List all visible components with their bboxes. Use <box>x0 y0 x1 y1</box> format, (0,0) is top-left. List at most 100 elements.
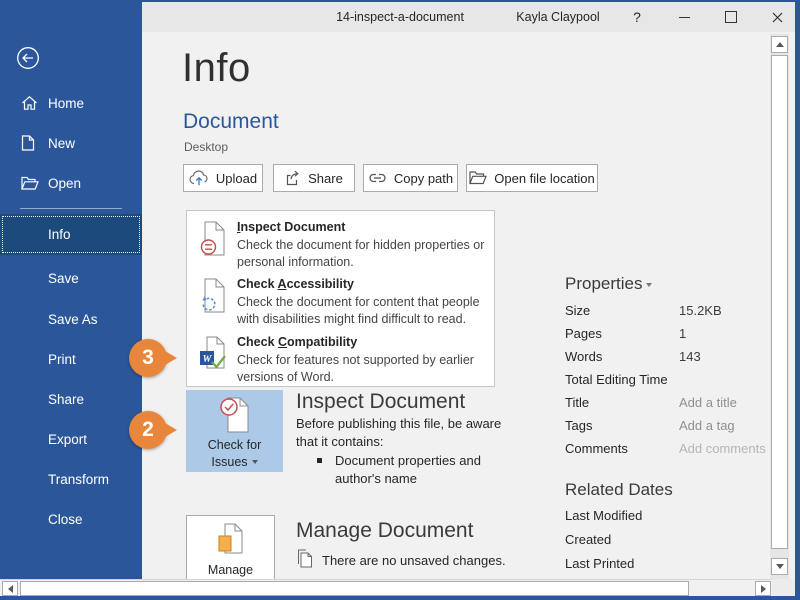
back-arrow-icon <box>16 46 40 70</box>
prop-label-size: Size <box>565 303 590 318</box>
prop-value-add-comments[interactable]: Add comments <box>679 441 766 456</box>
date-label-created: Created <box>565 532 611 547</box>
sidebar-item-export[interactable]: Export <box>0 419 142 460</box>
sidebar-item-save[interactable]: Save <box>0 258 142 299</box>
inspect-document-bullet: Document properties and author's name <box>335 452 515 488</box>
prop-label-total-editing-time: Total Editing Time <box>565 372 668 387</box>
sidebar-item-label: New <box>48 136 75 151</box>
share-icon <box>285 170 301 186</box>
sidebar-item-transform[interactable]: Transform <box>0 459 142 500</box>
related-dates-header: Related Dates <box>565 480 673 500</box>
menu-item-description: Check for features not supported by earl… <box>237 352 489 385</box>
scroll-left-button[interactable] <box>2 581 18 596</box>
open-file-location-button[interactable]: Open file location <box>466 164 598 192</box>
window-border-right <box>795 2 800 600</box>
vertical-scrollbar[interactable] <box>770 34 789 579</box>
document-location: Desktop <box>184 140 228 154</box>
upload-button[interactable]: Upload <box>183 164 263 192</box>
prop-value-size: 15.2KB <box>679 303 722 318</box>
share-button[interactable]: Share <box>273 164 355 192</box>
scroll-down-button[interactable] <box>771 558 788 575</box>
versions-icon <box>296 548 314 575</box>
menu-item-description: Check the document for content that peop… <box>237 294 489 327</box>
sidebar-item-label: Export <box>48 432 87 447</box>
open-folder-icon <box>21 176 39 191</box>
sidebar-item-save-as[interactable]: Save As <box>0 299 142 340</box>
sidebar-item-info[interactable]: Info <box>0 214 142 255</box>
maximize-button[interactable] <box>714 2 748 32</box>
maximize-icon <box>725 11 737 23</box>
check-for-issues-icon <box>186 390 283 437</box>
scroll-left-icon <box>8 585 13 593</box>
svg-text:W: W <box>203 354 213 365</box>
sidebar-item-home[interactable]: Home <box>0 87 142 119</box>
titlebar: 14-inspect-a-document Kayla Claypool ? <box>142 2 795 32</box>
link-icon <box>368 171 387 185</box>
menu-item-title: Inspect Document <box>237 220 345 234</box>
manage-document-status: There are no unsaved changes. <box>322 552 506 570</box>
check-for-issues-button[interactable]: Check for Issues <box>186 390 283 472</box>
copy-path-button[interactable]: Copy path <box>363 164 458 192</box>
sidebar-item-label: Save <box>48 271 79 286</box>
word-backstage-window: 14-inspect-a-document Kayla Claypool ? H… <box>0 0 800 600</box>
scroll-right-icon <box>761 585 766 593</box>
menu-item-title: Check Accessibility <box>237 277 354 291</box>
sidebar-item-label: Home <box>48 96 84 111</box>
new-document-icon <box>21 135 35 151</box>
scroll-up-icon <box>776 42 784 47</box>
sidebar-item-new[interactable]: New <box>0 127 142 159</box>
prop-label-tags: Tags <box>565 418 592 433</box>
prop-label-pages: Pages <box>565 326 602 341</box>
inspect-document-heading: Inspect Document <box>296 390 465 414</box>
inspect-document-icon <box>199 221 229 262</box>
step-badge-2: 2 <box>129 411 167 449</box>
window-border-bottom <box>0 596 800 600</box>
menu-item-title: Check Compatibility <box>237 335 357 349</box>
horizontal-scrollbar-thumb[interactable] <box>20 581 689 596</box>
back-button[interactable] <box>16 46 40 75</box>
minimize-button[interactable] <box>667 2 701 32</box>
prop-value-add-title[interactable]: Add a title <box>679 395 737 410</box>
sidebar-item-print[interactable]: Print <box>0 339 142 380</box>
upload-cloud-icon <box>189 170 209 186</box>
menu-item-check-accessibility[interactable]: Check Accessibility Check the document f… <box>187 277 494 333</box>
close-button[interactable] <box>760 2 794 32</box>
sidebar-divider <box>20 208 122 209</box>
copy-path-label: Copy path <box>394 171 453 186</box>
sidebar-item-label: Open <box>48 176 81 191</box>
scroll-right-button[interactable] <box>755 581 771 596</box>
sidebar-item-label: Info <box>48 227 71 242</box>
user-name[interactable]: Kayla Claypool <box>516 2 599 32</box>
upload-label: Upload <box>216 171 257 186</box>
prop-value-add-tag[interactable]: Add a tag <box>679 418 735 433</box>
button-label-line2: Issues <box>186 454 283 471</box>
check-for-issues-menu: Inspect Document Check the document for … <box>186 210 495 387</box>
date-label-last-printed: Last Printed <box>565 556 634 571</box>
sidebar-item-label: Print <box>48 352 76 367</box>
properties-header[interactable]: Properties <box>565 274 652 294</box>
document-name: Document <box>183 110 279 134</box>
vertical-scrollbar-thumb[interactable] <box>771 55 788 549</box>
dropdown-caret-icon <box>252 460 258 464</box>
sidebar-item-open[interactable]: Open <box>0 167 142 199</box>
button-label-line1: Manage <box>187 562 274 579</box>
home-icon <box>21 95 38 111</box>
menu-item-check-compatibility[interactable]: W Check Compatibility Check for features… <box>187 335 494 390</box>
manage-document-icon <box>187 516 274 562</box>
prop-label-comments: Comments <box>565 441 628 456</box>
sidebar-item-share[interactable]: Share <box>0 379 142 420</box>
menu-item-inspect-document[interactable]: Inspect Document Check the document for … <box>187 220 494 275</box>
sidebar-item-close[interactable]: Close <box>0 499 142 540</box>
check-compatibility-icon: W <box>199 336 229 377</box>
bullet-icon <box>317 458 322 463</box>
scroll-up-button[interactable] <box>771 36 788 53</box>
page-title: Info <box>182 46 251 91</box>
folder-icon <box>469 171 487 185</box>
backstage-sidebar: Home New Open Info Save Save As Print <box>0 2 142 579</box>
manage-document-heading: Manage Document <box>296 519 473 543</box>
step-badge-3: 3 <box>129 339 167 377</box>
check-accessibility-icon <box>199 278 229 319</box>
prop-label-words: Words <box>565 349 602 364</box>
share-label: Share <box>308 171 343 186</box>
help-icon[interactable]: ? <box>633 2 641 32</box>
